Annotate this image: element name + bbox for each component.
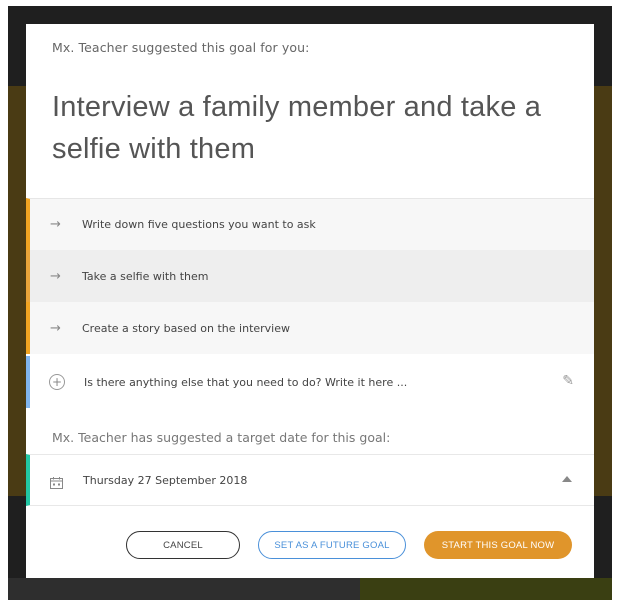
arrow-right-icon: → bbox=[50, 320, 61, 336]
set-future-goal-button[interactable]: SET AS A FUTURE GOAL bbox=[258, 531, 406, 559]
plus-circle-icon: + bbox=[49, 374, 65, 390]
arrow-right-icon: → bbox=[50, 217, 61, 232]
backdrop-panel-left bbox=[8, 86, 26, 496]
step-item[interactable]: → Create a story based on the interview bbox=[26, 302, 594, 354]
start-goal-button[interactable]: START THIS GOAL NOW bbox=[424, 531, 572, 559]
add-step-placeholder: Is there anything else that you need to … bbox=[84, 375, 408, 389]
step-label: Create a story based on the interview bbox=[82, 321, 290, 335]
add-step-input[interactable]: + Is there anything else that you need t… bbox=[26, 356, 594, 408]
step-item[interactable]: → Write down five questions you want to … bbox=[26, 198, 594, 250]
backdrop-footer-right bbox=[360, 578, 612, 600]
step-label: Take a selfie with them bbox=[82, 269, 209, 283]
suggestion-text: Mx. Teacher suggested this goal for you: bbox=[52, 40, 310, 55]
goal-suggestion-modal: Mx. Teacher suggested this goal for you:… bbox=[26, 24, 594, 578]
backdrop-panel-right bbox=[594, 86, 612, 496]
caret-up-icon[interactable] bbox=[562, 476, 572, 482]
step-item[interactable]: → Take a selfie with them bbox=[26, 250, 594, 302]
backdrop-footer-left bbox=[8, 578, 360, 600]
cancel-button[interactable]: CANCEL bbox=[126, 531, 240, 559]
goal-title: Interview a family member and take a sel… bbox=[52, 91, 542, 165]
step-label: Write down five questions you want to as… bbox=[82, 218, 316, 231]
calendar-icon bbox=[50, 474, 63, 489]
arrow-right-icon: → bbox=[50, 268, 61, 284]
target-date-text: Mx. Teacher has suggested a target date … bbox=[52, 430, 391, 445]
target-date-selector[interactable]: Thursday 27 September 2018 bbox=[26, 454, 594, 506]
target-date-value: Thursday 27 September 2018 bbox=[83, 473, 248, 487]
pencil-icon[interactable]: ✎ bbox=[562, 373, 574, 389]
